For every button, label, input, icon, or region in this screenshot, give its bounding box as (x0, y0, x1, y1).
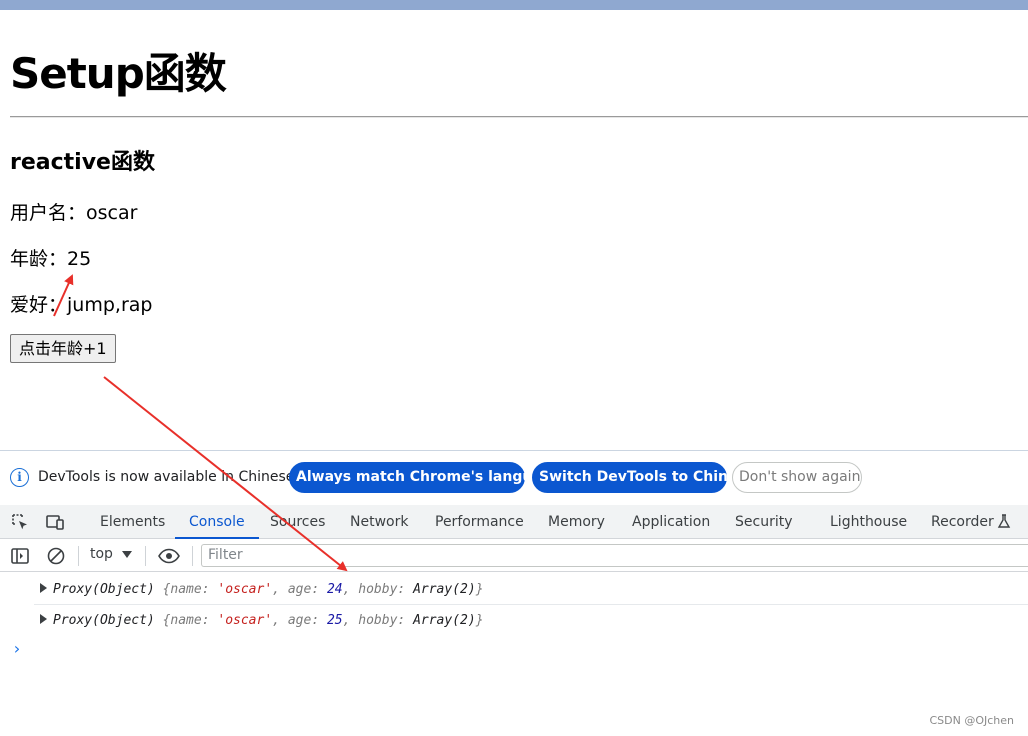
language-infobar: i DevTools is now available in Chinese! … (0, 451, 1028, 505)
infobar-text: DevTools is now available in Chinese! (38, 469, 300, 485)
always-match-language-button[interactable]: Always match Chrome's language (289, 462, 561, 493)
clear-console-icon[interactable] (46, 546, 66, 566)
console-log-entry[interactable]: Proxy(Object) {name: 'oscar', age: 24, h… (34, 575, 1028, 605)
watermark: CSDN @OJchen (929, 714, 1014, 727)
horizontal-rule (10, 116, 1028, 118)
hobby-value: jump,rap (67, 294, 153, 316)
hobby-label: 爱好： (10, 294, 68, 316)
switch-to-chinese-button[interactable]: Switch DevTools to Chinese (532, 462, 755, 493)
toolbar-separator (192, 546, 193, 566)
expand-triangle-icon[interactable] (40, 583, 47, 593)
age-label: 年龄： (10, 248, 68, 270)
toolbar-separator (145, 546, 146, 566)
tab-sources[interactable]: Sources (270, 505, 325, 539)
tab-elements[interactable]: Elements (100, 505, 165, 539)
tab-memory[interactable]: Memory (548, 505, 605, 539)
expand-triangle-icon[interactable] (40, 614, 47, 624)
devtools-tabbar: Elements Console Sources Network Perform… (0, 505, 1028, 539)
age-line: 年龄：25 (10, 244, 91, 271)
section-title: reactive函数 (10, 150, 155, 175)
tab-network[interactable]: Network (350, 505, 408, 539)
hobby-line: 爱好：jump,rap (10, 290, 152, 317)
browser-top-strip (0, 0, 1028, 10)
username-value: oscar (86, 202, 138, 224)
eye-icon[interactable] (157, 546, 181, 566)
tab-security[interactable]: Security (735, 505, 793, 539)
tab-recorder[interactable]: Recorder (931, 505, 994, 539)
increment-age-button[interactable]: 点击年龄+1 (10, 334, 116, 363)
page-title: Setup函数 (10, 49, 227, 98)
username-line: 用户名：oscar (10, 198, 137, 225)
tab-console[interactable]: Console (175, 505, 259, 539)
inspect-element-icon[interactable] (10, 512, 30, 532)
sidebar-toggle-icon[interactable] (10, 546, 30, 566)
filter-input[interactable]: Filter (201, 544, 1028, 567)
tab-application[interactable]: Application (632, 505, 710, 539)
context-selector[interactable]: top (90, 546, 113, 562)
tab-performance[interactable]: Performance (435, 505, 524, 539)
dont-show-again-button[interactable]: Don't show again (732, 462, 862, 493)
console-log-entry[interactable]: Proxy(Object) {name: 'oscar', age: 25, h… (34, 606, 1028, 636)
info-icon: i (10, 468, 29, 487)
devtools-panel: i DevTools is now available in Chinese! … (0, 450, 1028, 736)
toolbar-separator (78, 546, 79, 566)
chevron-down-icon[interactable] (122, 551, 132, 558)
device-toolbar-icon[interactable] (45, 512, 65, 532)
tab-lighthouse[interactable]: Lighthouse (830, 505, 907, 539)
console-toolbar: top Filter (0, 540, 1028, 572)
age-value: 25 (67, 248, 92, 270)
console-prompt[interactable]: › (12, 639, 22, 658)
username-label: 用户名： (10, 202, 87, 224)
recorder-flask-icon (997, 514, 1011, 528)
